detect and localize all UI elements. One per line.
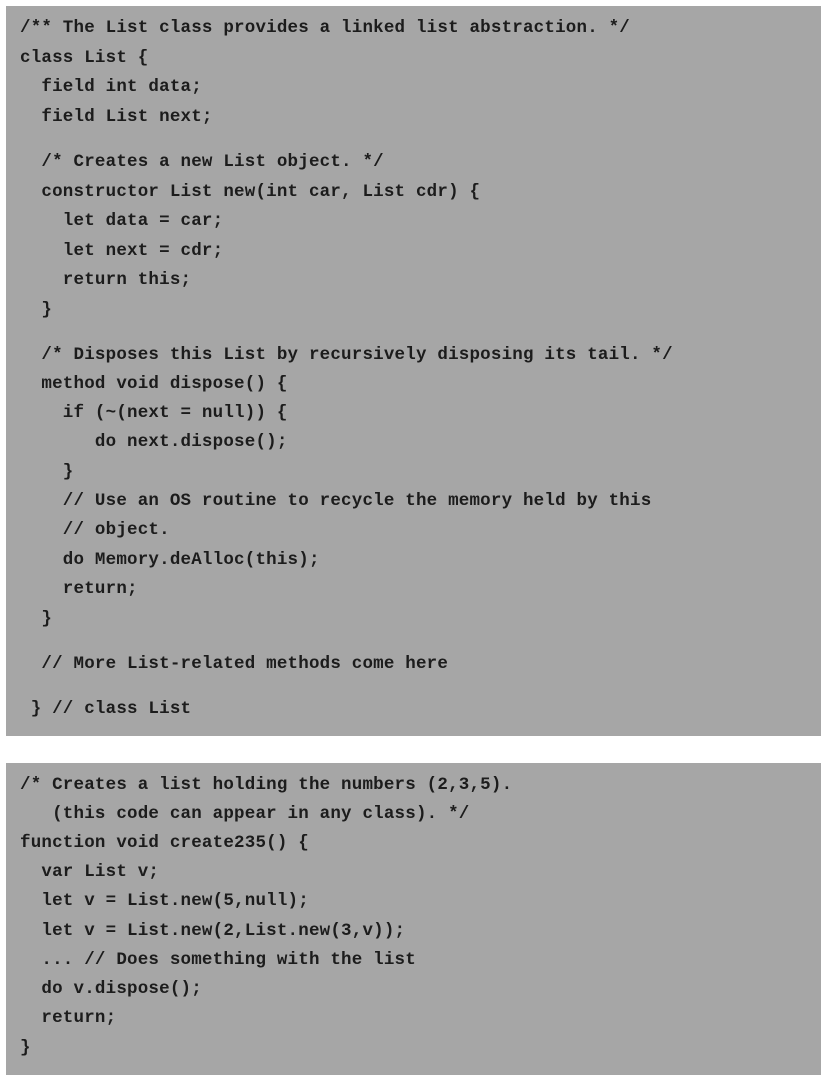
- code-line: do Memory.deAlloc(this);: [20, 550, 320, 570]
- code-line: return;: [20, 1008, 117, 1028]
- code-line: return this;: [20, 270, 192, 290]
- code-line: method void dispose() {: [20, 374, 288, 394]
- code-line: if (~(next = null)) {: [20, 403, 288, 423]
- code-line: return;: [20, 579, 138, 599]
- code-line: let data = car;: [20, 211, 224, 231]
- code-line: var List v;: [20, 862, 160, 882]
- code-line: field int data;: [20, 77, 202, 97]
- create235-code-block: /* Creates a list holding the numbers (2…: [6, 763, 821, 1075]
- code-line: let next = cdr;: [20, 241, 224, 261]
- code-line: class List {: [20, 48, 149, 68]
- list-class-code-block: /** The List class provides a linked lis…: [6, 6, 821, 736]
- code-line: do v.dispose();: [20, 979, 202, 999]
- code-line: (this code can appear in any class). */: [20, 804, 470, 824]
- code-line: constructor List new(int car, List cdr) …: [20, 182, 481, 202]
- code-line: }: [20, 1038, 31, 1058]
- code-line: let v = List.new(5,null);: [20, 891, 309, 911]
- code-line: // More List-related methods come here: [20, 654, 449, 674]
- code-line: do next.dispose();: [20, 432, 288, 452]
- code-line: /* Creates a new List object. */: [20, 152, 384, 172]
- code-line: }: [20, 609, 53, 629]
- code-line: }: [20, 462, 74, 482]
- code-line: field List next;: [20, 107, 213, 127]
- code-line: }: [20, 300, 53, 320]
- code-line: function void create235() {: [20, 833, 309, 853]
- code-line: ... // Does something with the list: [20, 950, 416, 970]
- code-line: } // class List: [20, 699, 192, 719]
- code-line: /* Disposes this List by recursively dis…: [20, 345, 673, 365]
- code-line: // Use an OS routine to recycle the memo…: [20, 491, 652, 511]
- code-line: let v = List.new(2,List.new(3,v));: [20, 921, 406, 941]
- code-line: /** The List class provides a linked lis…: [20, 18, 630, 38]
- code-line: // object.: [20, 520, 170, 540]
- code-line: /* Creates a list holding the numbers (2…: [20, 775, 513, 795]
